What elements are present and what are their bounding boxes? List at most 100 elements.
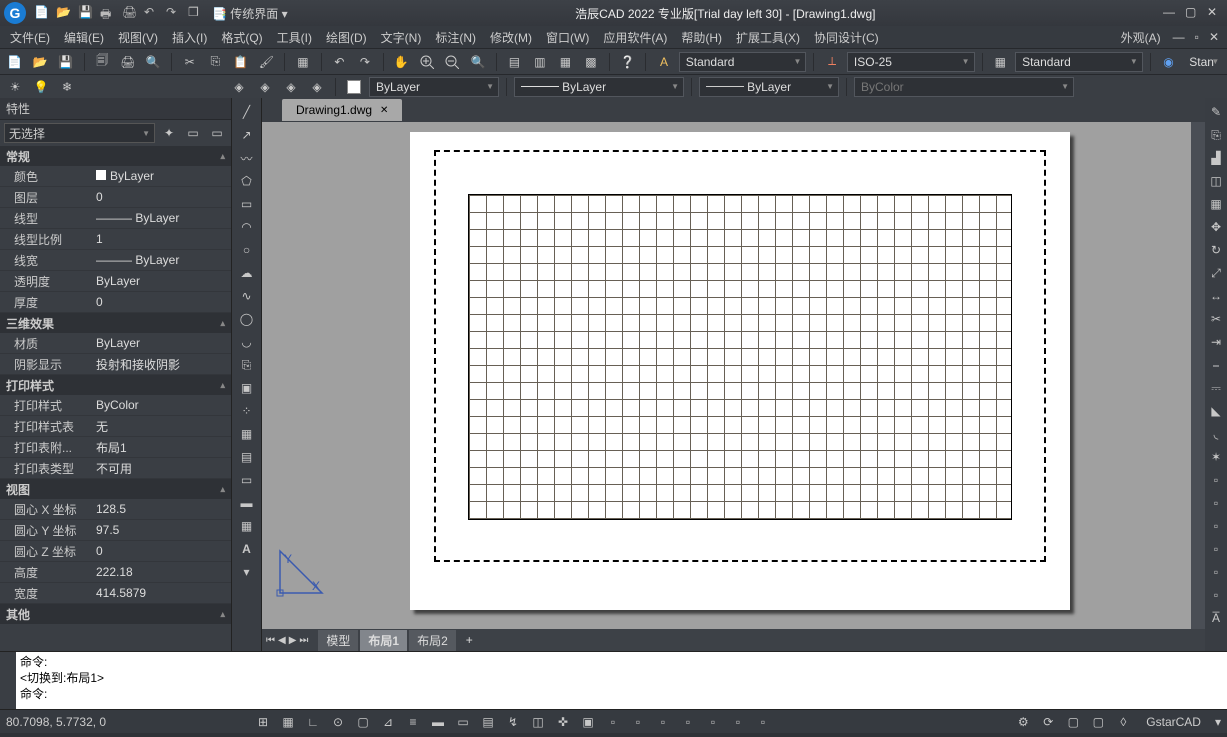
file-tab-close-icon[interactable]: ✕ — [380, 105, 388, 116]
annoscale-icon[interactable]: ⚙ — [1014, 713, 1032, 731]
hatch-tool-icon[interactable]: ▦ — [236, 424, 258, 444]
transp-icon[interactable]: ▭ — [454, 713, 472, 731]
grid-icon[interactable]: ▦ — [279, 713, 297, 731]
paste-button[interactable]: 📋 — [230, 51, 252, 73]
tool-button[interactable]: ▩ — [580, 51, 602, 73]
cycle-icon[interactable]: ◫ — [529, 713, 547, 731]
table-tool-icon[interactable]: ▦ — [236, 516, 258, 536]
property-row[interactable]: 打印样式表无 — [0, 416, 231, 437]
spline-tool-icon[interactable]: ∿ — [236, 286, 258, 306]
sic7-icon[interactable]: ▫ — [754, 713, 772, 731]
tab-next-icon[interactable]: ▶ — [289, 635, 297, 646]
layer-manager-icon[interactable]: ☀ — [4, 76, 26, 98]
props-button[interactable]: ▦ — [555, 51, 577, 73]
mirror-tool-icon[interactable]: ▟ — [1206, 148, 1226, 168]
menu-format[interactable]: 格式(Q) — [215, 27, 268, 48]
selection-combo[interactable]: 无选择 — [4, 123, 155, 143]
dimstyle-icon[interactable]: ⟂ — [821, 51, 843, 73]
menu-view[interactable]: 视图(V) — [112, 27, 164, 48]
array-tool-icon[interactable]: ▦ — [1206, 194, 1226, 214]
new-button[interactable]: 📄 — [4, 51, 26, 73]
sic1-icon[interactable]: ▫ — [604, 713, 622, 731]
redo-button[interactable]: ↷ — [354, 51, 376, 73]
menu-window[interactable]: 窗口(W) — [540, 27, 595, 48]
table-style-combo[interactable]: Standard — [1015, 52, 1143, 72]
menu-collab[interactable]: 协同设计(C) — [808, 27, 885, 48]
select-sim-icon[interactable]: ▭ — [183, 123, 203, 143]
move-tool-icon[interactable]: ✥ — [1206, 217, 1226, 237]
ray-tool-icon[interactable]: ↗ — [236, 125, 258, 145]
layer-tools-icon[interactable]: ◈ — [306, 76, 328, 98]
menu-insert[interactable]: 插入(I) — [166, 27, 213, 48]
layer-color-combo[interactable]: ByLayer — [369, 77, 499, 97]
tab-layout2[interactable]: 布局2 — [409, 630, 456, 651]
child-restore-icon[interactable]: ▫ — [1195, 30, 1199, 44]
scale-tool-icon[interactable]: ⤢ — [1206, 263, 1226, 283]
menu-edit[interactable]: 编辑(E) — [58, 27, 110, 48]
canvas[interactable]: YX — [262, 122, 1191, 629]
region-tool-icon[interactable]: ▭ — [236, 470, 258, 490]
property-row[interactable]: 阴影显示投射和接收阴影 — [0, 354, 231, 375]
tab-first-icon[interactable]: ⏮ — [266, 635, 275, 646]
property-value[interactable]: ByLayer — [92, 169, 231, 183]
flyout-tool-icon[interactable]: ▾ — [236, 562, 258, 582]
tab-add[interactable]: + — [458, 631, 481, 649]
viewport-grid[interactable] — [468, 194, 1012, 520]
saveall-button[interactable]: 🗐 — [92, 51, 114, 73]
child-close-icon[interactable]: ✕ — [1209, 30, 1219, 44]
lwt-icon[interactable]: ≡ — [404, 713, 422, 731]
save-icon[interactable]: 💾 — [78, 5, 94, 21]
linetype-combo[interactable]: ByLayer — [514, 77, 684, 97]
pline-tool-icon[interactable]: 〰 — [236, 148, 258, 168]
revcloud-tool-icon[interactable]: ☁ — [236, 263, 258, 283]
erase-tool-icon[interactable]: ✎ — [1206, 102, 1226, 122]
mod2-tool-icon[interactable]: ▫ — [1206, 493, 1226, 513]
ortho-icon[interactable]: ∟ — [304, 713, 322, 731]
block-button[interactable]: ▦ — [292, 51, 314, 73]
plot-button[interactable]: 🖨 — [117, 51, 139, 73]
property-row[interactable]: 圆心 Y 坐标97.5 — [0, 520, 231, 541]
mview2-button[interactable]: ▥ — [529, 51, 551, 73]
print-icon[interactable]: 🖨 — [122, 5, 138, 21]
property-row[interactable]: 线型——— ByLayer — [0, 208, 231, 229]
menu-help[interactable]: 帮助(H) — [675, 27, 728, 48]
property-row[interactable]: 打印样式ByColor — [0, 395, 231, 416]
property-row[interactable]: 颜色ByLayer — [0, 166, 231, 187]
mod5-tool-icon[interactable]: ▫ — [1206, 562, 1226, 582]
insert-tool-icon[interactable]: ⎘ — [236, 355, 258, 375]
property-value[interactable]: 414.5879 — [92, 586, 231, 600]
property-value[interactable]: 无 — [92, 418, 231, 435]
snap-grid-icon[interactable]: ⊞ — [254, 713, 272, 731]
group-view[interactable]: 视图▴ — [0, 479, 231, 499]
menu-appearance[interactable]: 外观(A) — [1115, 27, 1167, 48]
menu-app[interactable]: 应用软件(A) — [597, 27, 673, 48]
layer-prev-icon[interactable]: ◈ — [254, 76, 276, 98]
layers-icon[interactable]: ❒ — [188, 5, 204, 21]
vertical-scrollbar[interactable] — [1191, 122, 1205, 629]
textstyle-icon[interactable]: A — [653, 51, 675, 73]
undo-button[interactable]: ↶ — [329, 51, 351, 73]
renderstyle-icon[interactable]: ◉ — [1158, 51, 1180, 73]
ellipsearc-tool-icon[interactable]: ◡ — [236, 332, 258, 352]
tab-prev-icon[interactable]: ◀ — [278, 635, 286, 646]
wipeout-tool-icon[interactable]: ▬ — [236, 493, 258, 513]
property-row[interactable]: 线型比例1 — [0, 229, 231, 250]
mview-button[interactable]: ▤ — [504, 51, 526, 73]
group-plot[interactable]: 打印样式▴ — [0, 375, 231, 395]
workspace-mode[interactable]: 📑 传统界面 ▾ — [212, 5, 288, 22]
sic6-icon[interactable]: ▫ — [729, 713, 747, 731]
model-icon[interactable]: ▣ — [579, 713, 597, 731]
menu-dim[interactable]: 标注(N) — [429, 27, 482, 48]
property-row[interactable]: 打印表附...布局1 — [0, 437, 231, 458]
property-row[interactable]: 图层0 — [0, 187, 231, 208]
open-button[interactable]: 📂 — [30, 51, 52, 73]
lwt2-icon[interactable]: ▬ — [429, 713, 447, 731]
copy-tool-icon[interactable]: ⎘ — [1206, 125, 1226, 145]
open-icon[interactable]: 📂 — [56, 5, 72, 21]
render-style-combo[interactable]: Stan — [1183, 52, 1223, 72]
minimize-icon[interactable]: — — [1163, 5, 1179, 21]
explode-tool-icon[interactable]: ✶ — [1206, 447, 1226, 467]
menu-file[interactable]: 文件(E) — [4, 27, 56, 48]
annoscale2-icon[interactable]: ⟳ — [1039, 713, 1057, 731]
property-value[interactable]: 222.18 — [92, 565, 231, 579]
